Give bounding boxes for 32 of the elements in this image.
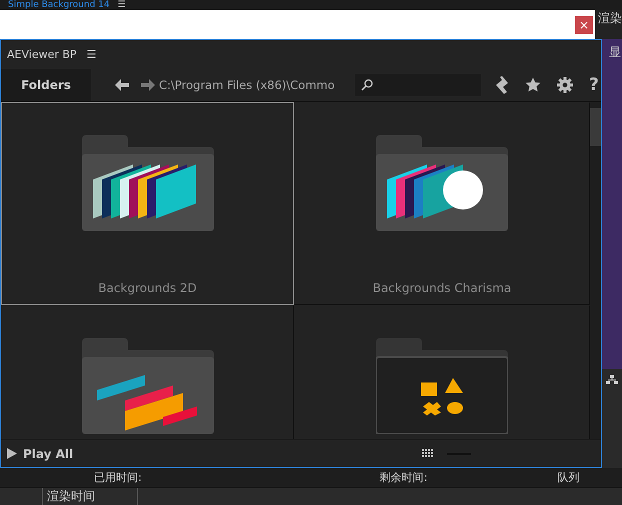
folder-label: Backgrounds Charisma: [372, 281, 512, 296]
remaining-label: 剩余时间:: [380, 470, 428, 486]
folder-tile[interactable]: Backgrounds 2D: [1, 102, 294, 306]
close-button[interactable]: ×: [575, 16, 593, 34]
panel-title: AEViewer BP: [7, 48, 77, 61]
scroll-thumb[interactable]: [590, 108, 601, 146]
diamond-icon[interactable]: [495, 76, 509, 94]
folders-tab[interactable]: Folders: [1, 68, 91, 101]
menu-icon[interactable]: ☰: [118, 0, 126, 10]
search-icon: [361, 78, 373, 91]
play-all-button[interactable]: Play All: [7, 446, 74, 461]
queue-label[interactable]: 队列: [557, 470, 580, 486]
menu-icon[interactable]: ☰: [86, 48, 96, 61]
settings-icon[interactable]: [557, 76, 573, 93]
folder-icon: [376, 338, 508, 434]
forward-arrow-icon[interactable]: [141, 78, 155, 91]
composition-tab[interactable]: Simple Background 14: [8, 0, 110, 10]
render-time-header: 渲染时间: [42, 488, 138, 505]
back-arrow-icon[interactable]: [115, 78, 129, 91]
network-icon[interactable]: [606, 375, 618, 386]
side-label: 显: [608, 45, 621, 60]
scrollbar[interactable]: [590, 102, 601, 440]
folder-tile[interactable]: Backgrounds Charisma: [294, 102, 590, 306]
render-label: 渲染: [597, 10, 622, 27]
search-field[interactable]: [355, 74, 481, 96]
folder-label: Backgrounds 2D: [98, 281, 197, 296]
grid-icon[interactable]: [422, 449, 433, 458]
play-icon: [7, 448, 17, 460]
path-text: C:\Program Files (x86)\Commo: [159, 78, 336, 92]
help-icon[interactable]: ?: [589, 74, 599, 95]
star-icon[interactable]: [525, 76, 541, 93]
elapsed-label: 已用时间:: [94, 470, 142, 486]
